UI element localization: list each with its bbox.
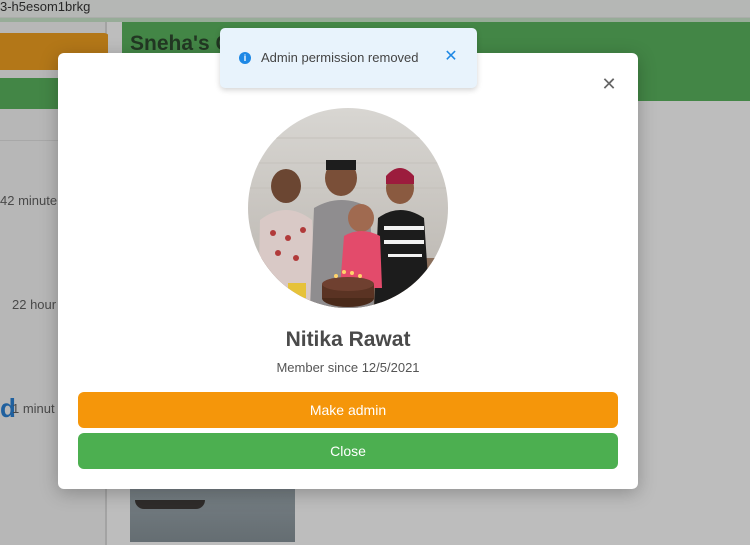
info-icon: i [239,52,251,64]
profile-modal: Profile ✕ [58,53,638,489]
toast-message: Admin permission removed [261,50,419,65]
toast-notification: i Admin permission removed ✕ [220,28,477,88]
avatar [248,108,448,308]
make-admin-button[interactable]: Make admin [78,392,618,428]
member-name: Nitika Rawat [285,328,411,351]
close-icon[interactable]: ✕ [600,75,618,93]
family-photo-icon [248,108,448,308]
toast-close-icon[interactable]: ✕ [444,48,458,66]
member-since: Member since 12/5/2021 [276,360,420,375]
close-button[interactable]: Close [78,433,618,469]
